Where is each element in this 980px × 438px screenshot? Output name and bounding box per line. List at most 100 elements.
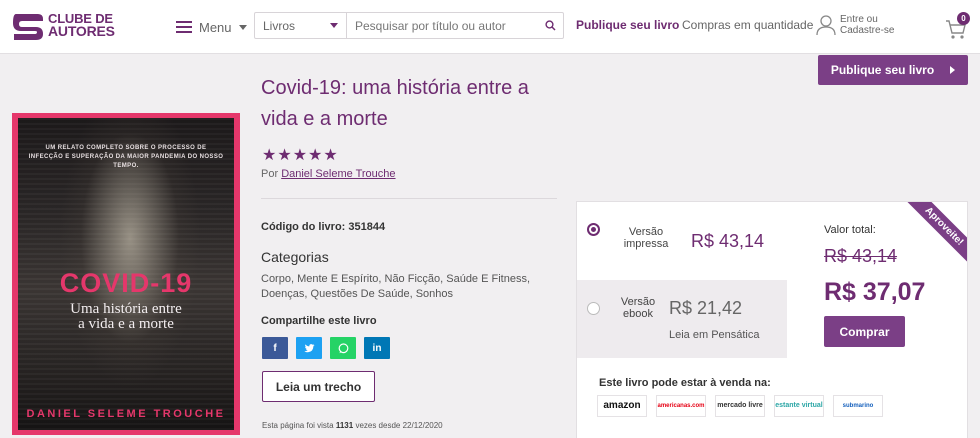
account-login-link[interactable]: Entre ou Cadastre-se — [816, 14, 894, 36]
store-amazon-logo: amazon — [603, 400, 641, 411]
star-icon: ★ — [292, 147, 308, 164]
publish-book-label: Publique seu livro — [830, 63, 935, 77]
radio-print[interactable] — [587, 223, 600, 236]
store-submarino[interactable]: submarino — [833, 395, 883, 417]
divider — [261, 198, 557, 199]
search-bar: Livros — [254, 12, 564, 39]
read-excerpt-button[interactable]: Leia um trecho — [262, 371, 375, 402]
store-amazon[interactable]: amazon — [597, 395, 647, 417]
account-line-2: Cadastre-se — [840, 25, 895, 36]
radio-ebook[interactable] — [587, 302, 600, 315]
store-mercado-livre[interactable]: mercado livre — [715, 395, 765, 417]
site-header: CLUBE DE AUTORES Menu Livros Publique se… — [0, 0, 980, 54]
views-count: 1131 — [335, 421, 354, 430]
whatsapp-icon — [338, 342, 348, 353]
discounted-price: R$ 37,07 — [824, 278, 926, 306]
star-icon: ★ — [262, 147, 277, 164]
cover-title: COVID-19 — [59, 268, 193, 298]
account-text: Entre ou Cadastre-se — [840, 14, 894, 36]
version-options: Versão impressa R$ 43,14 Versão ebook R$… — [577, 202, 787, 358]
user-icon — [816, 15, 836, 36]
book-title: Covid-19: uma história entre a vida e a … — [261, 77, 529, 130]
arrow-right-icon — [950, 66, 956, 74]
logo-icon — [13, 14, 43, 40]
version-ebook-option[interactable]: Versão ebook R$ 21,42 Leia em Pensática — [577, 280, 787, 358]
store-submarino-logo: submarino — [842, 403, 874, 409]
nav-bulk-purchase-link[interactable]: Compras em quantidade — [682, 18, 813, 32]
store-americanas-logo: americanas.com — [657, 403, 705, 409]
purchase-panel: Versão impressa R$ 43,14 Versão ebook R$… — [576, 201, 968, 438]
views-suffix: vezes desde 22/12/2020 — [355, 421, 443, 430]
whatsapp-share-button[interactable] — [330, 337, 356, 359]
share-buttons: f in — [262, 337, 398, 359]
version-print-option[interactable]: Versão impressa R$ 43,14 — [577, 202, 787, 280]
rating-stars: ★ ★ ★ ★ ★ — [262, 147, 339, 165]
book-code-value: 351844 — [348, 221, 386, 233]
version-ebook-price: R$ 21,42 — [669, 298, 743, 318]
version-ebook-line-2: ebook — [623, 308, 653, 320]
categories-heading: Categorias — [261, 249, 329, 265]
book-byline: Por Daniel Seleme Trouche — [261, 168, 396, 180]
store-estante-virtual-logo: estante virtual — [775, 402, 823, 409]
cart-button[interactable]: 0 — [944, 12, 974, 42]
by-label: Por — [261, 168, 279, 180]
author-link[interactable]: Daniel Seleme Trouche — [281, 168, 395, 180]
linkedin-share-button[interactable]: in — [364, 337, 390, 359]
search-category-select[interactable]: Livros — [255, 13, 347, 38]
facebook-share-button[interactable]: f — [262, 337, 288, 359]
cover-subtitle-line-2: a vida e a morte — [78, 316, 174, 332]
store-mercado-livre-logo: mercado livre — [717, 402, 763, 409]
cover-author: DANIEL SELEME TROUCHE — [26, 408, 226, 420]
version-print-line-1: Versão — [628, 226, 664, 238]
cover-tagline: UM RELATO COMPLETO SOBRE O PROCESSO DE I… — [28, 145, 224, 169]
version-print-label: Versão impressa — [619, 226, 673, 250]
account-line-1: Entre ou — [840, 14, 878, 25]
page-views: Esta página foi vista 1131 vezes desde 2… — [262, 421, 443, 430]
search-input[interactable] — [347, 13, 537, 38]
caret-down-icon — [330, 23, 338, 28]
twitter-icon — [303, 343, 314, 352]
site-logo[interactable]: CLUBE DE AUTORES — [10, 6, 115, 46]
version-ebook-subtitle: Leia em Pensática — [669, 329, 760, 341]
cart-count-badge: 0 — [957, 12, 970, 25]
publish-book-button[interactable]: Publique seu livro — [818, 55, 968, 85]
version-ebook-line-1: Versão — [620, 296, 656, 308]
linkedin-icon: in — [372, 342, 382, 354]
total-section: Valor total: R$ 43,14 R$ 37,07 Comprar A… — [787, 202, 967, 358]
star-icon: ★ — [323, 147, 338, 164]
star-icon: ★ — [277, 147, 292, 164]
star-icon: ★ — [308, 147, 323, 164]
version-ebook-label: Versão ebook — [617, 296, 659, 320]
menu-button[interactable]: Menu — [176, 16, 247, 38]
hamburger-icon — [176, 21, 192, 33]
cover-subtitle: Uma história entre a vida e a morte — [18, 302, 234, 332]
share-heading: Compartilhe este livro — [261, 315, 377, 327]
total-label: Valor total: — [824, 224, 876, 236]
book-cover-artwork: UM RELATO COMPLETO SOBRE O PROCESSO DE I… — [18, 118, 234, 430]
cover-subtitle-line-1: Uma história entre — [70, 301, 182, 317]
version-print-line-2: impressa — [623, 238, 669, 250]
logo-line-2: AUTORES — [48, 23, 115, 39]
facebook-icon: f — [273, 342, 277, 354]
views-prefix: Esta página foi vista — [262, 421, 334, 430]
old-price: R$ 43,14 — [824, 246, 898, 266]
twitter-share-button[interactable] — [296, 337, 322, 359]
store-estante-virtual[interactable]: estante virtual — [774, 395, 824, 417]
version-print-price: R$ 43,14 — [691, 231, 765, 251]
search-category-value: Livros — [263, 18, 296, 33]
search-icon — [544, 20, 556, 31]
book-code-label: Código do livro: — [261, 221, 346, 233]
menu-label: Menu — [199, 19, 232, 35]
store-americanas[interactable]: americanas.com — [656, 395, 706, 417]
book-code: Código do livro: 351844 — [261, 221, 385, 233]
categories-list[interactable]: Corpo, Mente E Espírito, Não Ficção, Saú… — [261, 272, 551, 302]
nav-publish-link[interactable]: Publique seu livro — [576, 18, 679, 32]
stores-list: amazon americanas.com mercado livre esta… — [597, 395, 892, 417]
stores-heading: Este livro pode estar à venda na: — [599, 377, 771, 389]
search-button[interactable] — [537, 13, 563, 38]
logo-text: CLUBE DE AUTORES — [48, 12, 115, 38]
book-cover[interactable]: UM RELATO COMPLETO SOBRE O PROCESSO DE I… — [12, 113, 240, 435]
caret-down-icon — [238, 24, 247, 30]
promo-ribbon: Aproveite! — [899, 202, 967, 272]
buy-button[interactable]: Comprar — [824, 316, 905, 347]
